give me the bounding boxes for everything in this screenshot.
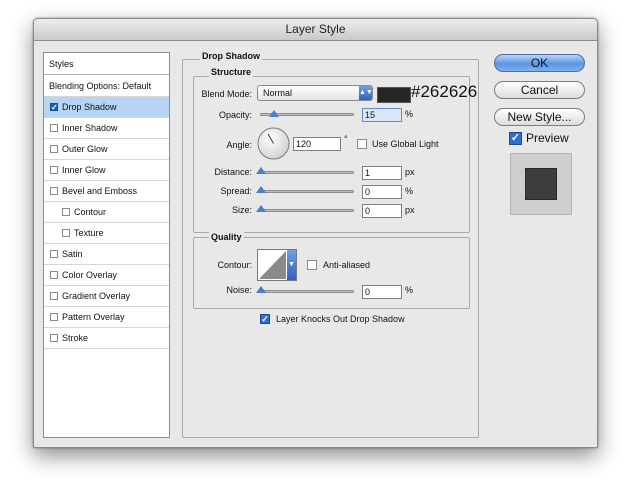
blend-mode-select[interactable]: Normal ▲▼ (257, 85, 373, 101)
style-item-label: Stroke (62, 333, 89, 343)
contour-picker[interactable]: ▼ (257, 249, 297, 281)
style-item-label: Drop Shadow (62, 102, 117, 112)
opacity-unit: % (405, 109, 414, 119)
style-item-checkbox[interactable] (50, 292, 58, 300)
style-item[interactable]: Inner Glow (44, 160, 169, 181)
style-item-label: Inner Glow (62, 165, 106, 175)
style-item-label: Satin (62, 249, 83, 259)
drop-shadow-title: Drop Shadow (200, 51, 262, 61)
distance-field[interactable]: 1 (362, 166, 402, 180)
noise-label: Noise: (226, 285, 252, 295)
style-item-checkbox[interactable] (50, 250, 58, 258)
style-item-checkbox[interactable] (50, 271, 58, 279)
style-item[interactable]: ✓ Drop Shadow (44, 97, 169, 118)
contour-curve-icon (259, 251, 286, 279)
layer-style-dialog: Layer Style Styles Blending Options: Def… (33, 18, 598, 448)
preview-square (525, 168, 557, 200)
size-slider-track[interactable] (260, 209, 354, 212)
contour-label: Contour: (217, 260, 252, 270)
size-label: Size: (231, 205, 252, 215)
distance-unit: px (405, 167, 415, 177)
spread-label: Spread: (220, 186, 252, 196)
spread-slider-thumb[interactable] (256, 186, 266, 193)
opacity-label: Opacity: (218, 110, 252, 120)
opacity-slider-thumb[interactable] (269, 110, 280, 117)
quality-title: Quality (209, 232, 244, 242)
noise-unit: % (405, 285, 414, 295)
style-item-checkbox[interactable] (62, 229, 70, 237)
style-item-checkbox[interactable] (50, 334, 58, 342)
style-item[interactable]: Outer Glow (44, 139, 169, 160)
style-item-checkbox[interactable] (50, 145, 58, 153)
style-item-label: Bevel and Emboss (62, 186, 138, 196)
size-slider-thumb[interactable] (256, 205, 266, 212)
style-item-checkbox[interactable] (62, 208, 70, 216)
size-unit: px (405, 205, 415, 215)
angle-dial[interactable] (257, 127, 290, 160)
style-item-label: Gradient Overlay (62, 291, 131, 301)
knockout-label: Layer Knocks Out Drop Shadow (276, 314, 405, 324)
blend-mode-value: Normal (263, 88, 293, 98)
blend-mode-label: Blend Mode: (201, 89, 252, 99)
style-item[interactable]: Contour (44, 202, 169, 223)
style-item[interactable]: Blending Options: Default (44, 76, 169, 97)
anti-aliased-checkbox[interactable] (307, 260, 317, 270)
styles-header[interactable]: Styles (44, 53, 169, 75)
quality-group (193, 237, 470, 309)
style-item[interactable]: Satin (44, 244, 169, 265)
style-item-checkbox[interactable] (50, 313, 58, 321)
style-item-label: Color Overlay (62, 270, 118, 280)
style-item-label: Texture (74, 228, 104, 238)
cancel-button[interactable]: Cancel (494, 81, 585, 99)
angle-unit: ° (344, 134, 348, 144)
knockout-checkbox[interactable]: ✓ (260, 314, 270, 324)
style-item-label: Outer Glow (62, 144, 108, 154)
styles-list: Styles Blending Options: Default ✓ Drop Sh… (43, 52, 170, 438)
style-item[interactable]: Stroke (44, 328, 169, 349)
structure-title: Structure (209, 67, 254, 77)
preview-label: Preview (526, 131, 569, 145)
contour-dropdown-icon[interactable]: ▼ (287, 250, 296, 280)
preview-thumbnail (510, 153, 572, 215)
global-light-checkbox[interactable] (357, 139, 367, 149)
shadow-color-hex: #262626 (411, 82, 478, 101)
style-item-checkbox[interactable] (50, 124, 58, 132)
style-item[interactable]: Pattern Overlay (44, 307, 169, 328)
chevron-updown-icon: ▲▼ (359, 86, 373, 100)
style-item[interactable]: Texture (44, 223, 169, 244)
spread-slider-track[interactable] (260, 190, 354, 193)
angle-label: Angle: (226, 140, 252, 150)
size-field[interactable]: 0 (362, 204, 402, 218)
anti-aliased-label: Anti-aliased (323, 260, 371, 270)
style-item-checkbox[interactable] (50, 166, 58, 174)
noise-field[interactable]: 0 (362, 285, 402, 299)
style-item[interactable]: Inner Shadow (44, 118, 169, 139)
style-item[interactable]: Color Overlay (44, 265, 169, 286)
opacity-field[interactable]: 15 (362, 108, 402, 122)
style-item-label: Contour (74, 207, 107, 217)
noise-slider-thumb[interactable] (256, 286, 266, 293)
style-item-checkbox[interactable] (50, 187, 58, 195)
style-item-label: Inner Shadow (62, 123, 118, 133)
style-item-label: Pattern Overlay (62, 312, 125, 322)
window-title: Layer Style (34, 19, 597, 41)
spread-field[interactable]: 0 (362, 185, 402, 199)
distance-label: Distance: (214, 167, 252, 177)
spread-unit: % (405, 186, 414, 196)
ok-button[interactable]: OK (494, 54, 585, 72)
new-style-button[interactable]: New Style... (494, 108, 585, 126)
distance-slider-thumb[interactable] (256, 167, 266, 174)
style-item-checkbox[interactable]: ✓ (50, 103, 58, 112)
shadow-color-swatch[interactable] (377, 87, 411, 103)
global-light-label: Use Global Light (372, 139, 439, 149)
distance-slider-track[interactable] (260, 171, 354, 174)
style-item[interactable]: Bevel and Emboss (44, 181, 169, 202)
preview-checkbox[interactable]: ✓ (509, 132, 522, 145)
angle-field[interactable]: 120 (293, 137, 341, 151)
style-item-label: Blending Options: Default (49, 81, 152, 91)
style-item[interactable]: Gradient Overlay (44, 286, 169, 307)
noise-slider-track[interactable] (260, 290, 354, 293)
